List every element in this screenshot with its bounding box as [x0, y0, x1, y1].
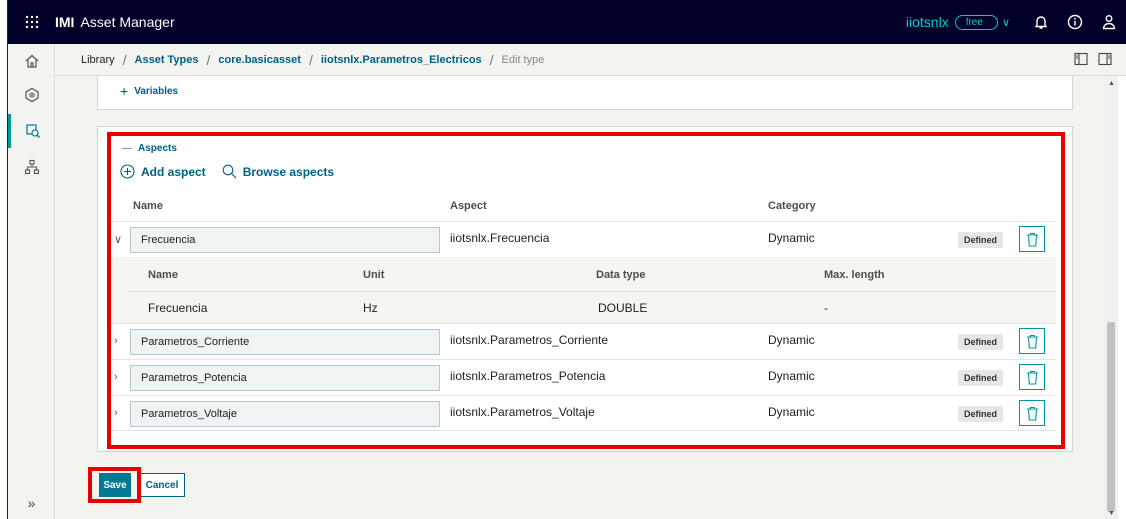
bell-icon[interactable]: [1024, 0, 1058, 44]
main-content: + Variables — Aspects Add aspect Browse …: [55, 76, 1104, 519]
top-bar-right: iiotsnlx free ∨: [906, 0, 1126, 44]
vertical-scrollbar[interactable]: ▲ ▼: [1104, 76, 1118, 519]
breadcrumb-asset-types[interactable]: Asset Types: [135, 54, 199, 66]
side-nav: »: [8, 44, 55, 519]
breadcrumb-library[interactable]: Library: [81, 54, 115, 66]
left-panel-icon[interactable]: [1074, 52, 1088, 69]
user-icon[interactable]: [1092, 0, 1126, 44]
top-bar: IMI Asset Manager iiotsnlx free ∨: [8, 0, 1126, 44]
variables-toggle[interactable]: + Variables: [120, 83, 178, 99]
tenant-name[interactable]: iiotsnlx: [906, 14, 949, 30]
apps-grid-icon[interactable]: [8, 0, 55, 44]
breadcrumb-asset-type[interactable]: iiotsnlx.Parametros_Electricos: [321, 54, 482, 66]
expand-icon: +: [120, 83, 129, 99]
scroll-up-icon[interactable]: ▲: [1108, 80, 1115, 87]
breadcrumb-separator: /: [489, 51, 494, 68]
app-brand: IMI: [55, 14, 75, 30]
hierarchy-icon[interactable]: [8, 150, 55, 184]
info-icon[interactable]: [1058, 0, 1092, 44]
breadcrumb: Library / Asset Types / core.basicasset …: [55, 44, 1126, 76]
window-edge: [0, 0, 8, 519]
plan-badge: free: [954, 14, 998, 30]
expand-sidebar-button[interactable]: »: [8, 495, 55, 515]
breadcrumb-current: Edit type: [501, 53, 545, 66]
variables-panel: + Variables: [97, 76, 1073, 110]
scroll-down-icon[interactable]: ▼: [1108, 510, 1115, 517]
aspects-highlight-box: [107, 132, 1065, 449]
variables-label: Variables: [134, 85, 179, 97]
app-title: IMI Asset Manager: [55, 14, 175, 30]
breadcrumb-separator: /: [308, 51, 313, 68]
right-panel-icon[interactable]: [1098, 52, 1112, 69]
scroll-thumb[interactable]: [1107, 322, 1115, 512]
cancel-button[interactable]: Cancel: [139, 473, 185, 497]
asset-type-icon[interactable]: [8, 114, 55, 148]
app-window: IMI Asset Manager iiotsnlx free ∨ » Libr…: [0, 0, 1126, 519]
layout-toggles: [1074, 52, 1112, 69]
app-name: Asset Manager: [80, 14, 175, 30]
breadcrumb-separator: /: [122, 51, 127, 68]
breadcrumb-separator: /: [206, 51, 211, 68]
chevron-down-icon[interactable]: ∨: [1002, 16, 1010, 29]
home-icon[interactable]: [8, 44, 55, 78]
breadcrumb-core-basicasset[interactable]: core.basicasset: [218, 54, 301, 66]
save-highlight-box: [88, 467, 141, 503]
cube-icon[interactable]: [8, 78, 55, 112]
